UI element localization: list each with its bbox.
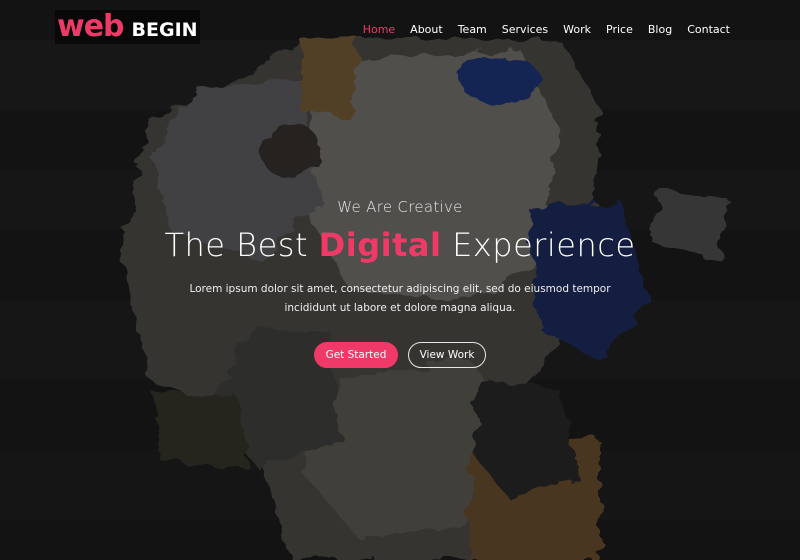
hero-description: Lorem ipsum dolor sit amet, consectetur … bbox=[189, 283, 611, 314]
get-started-button[interactable]: Get Started bbox=[314, 342, 398, 368]
headline-pre-text: The Best bbox=[164, 226, 319, 264]
nav-link-services[interactable]: Services bbox=[502, 22, 548, 38]
main-navigation: Home About Team Services Work Price Blog… bbox=[348, 22, 730, 38]
view-work-button[interactable]: View Work bbox=[408, 342, 486, 368]
site-logo[interactable]: web BEGIN bbox=[55, 10, 200, 44]
nav-link-about[interactable]: About bbox=[410, 22, 443, 38]
headline-post-text: Experience bbox=[441, 226, 636, 264]
hero-tagline: We Are Creative bbox=[337, 198, 463, 216]
hero-buttons: Get Started View Work bbox=[0, 342, 800, 368]
nav-link-work[interactable]: Work bbox=[563, 22, 591, 38]
hero-section: We Are Creative The Best Digital Experie… bbox=[0, 198, 800, 368]
nav-link-contact[interactable]: Contact bbox=[687, 22, 730, 38]
nav-link-home[interactable]: Home bbox=[363, 22, 395, 38]
headline-accent-text: Digital bbox=[318, 226, 442, 264]
hero-headline: The Best Digital Experience bbox=[0, 226, 800, 264]
nav-link-team[interactable]: Team bbox=[458, 22, 487, 38]
logo-primary-text: web bbox=[57, 9, 125, 44]
logo-secondary-text: BEGIN bbox=[131, 19, 198, 41]
nav-link-blog[interactable]: Blog bbox=[648, 22, 672, 38]
nav-link-price[interactable]: Price bbox=[606, 22, 633, 38]
